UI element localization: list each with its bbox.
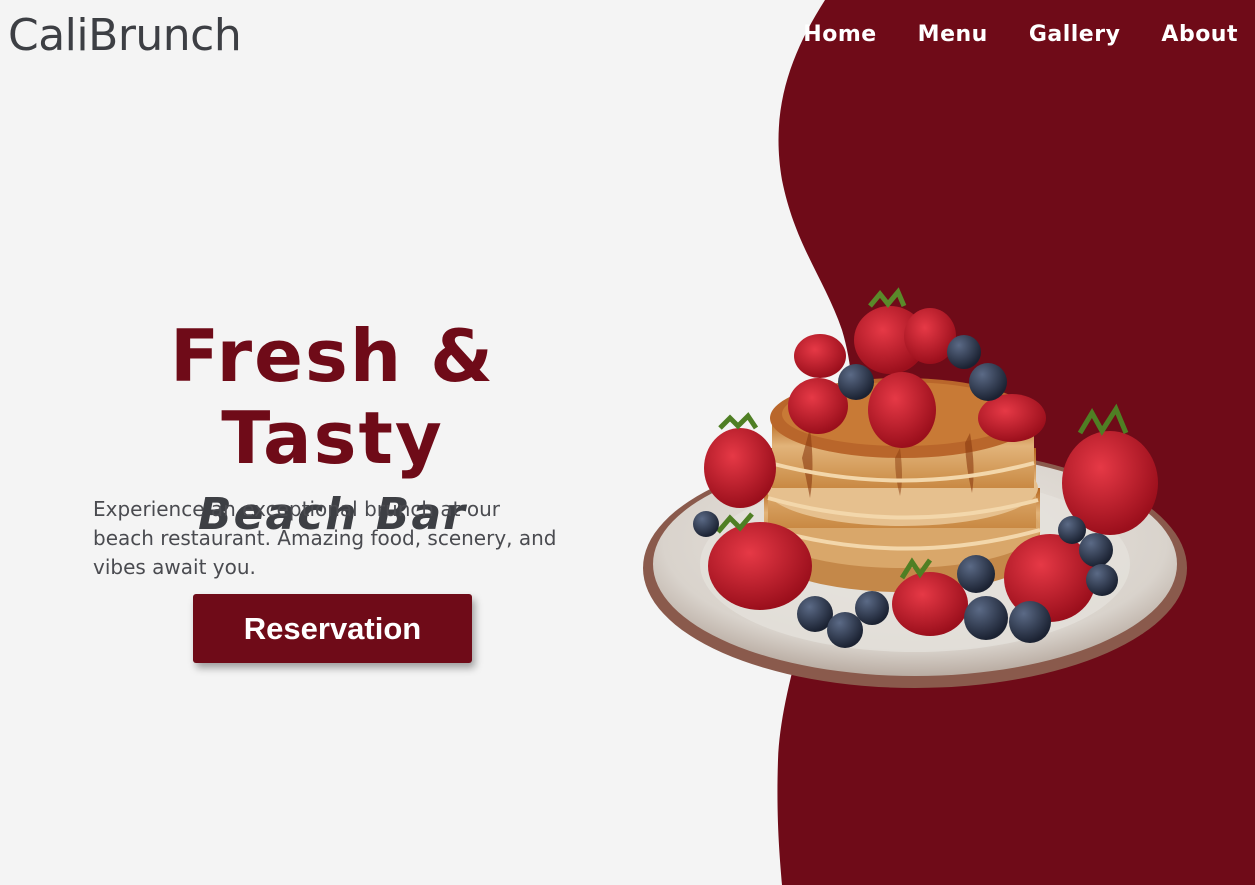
hero-description: Experience an exceptional brunch at our …	[93, 497, 557, 579]
nav-gallery[interactable]: Gallery	[1029, 22, 1121, 47]
nav-menu[interactable]: Menu	[918, 22, 988, 47]
nav-about[interactable]: About	[1161, 22, 1238, 47]
main-nav: Home Menu Gallery About	[803, 22, 1238, 47]
nav-home[interactable]: Home	[803, 22, 876, 47]
pancake-plate-image	[643, 287, 1187, 688]
reservation-button[interactable]: Reservation	[193, 594, 472, 663]
site-logo[interactable]: CaliBrunch	[8, 10, 242, 61]
hero-headline: Fresh & Tasty	[170, 314, 495, 480]
